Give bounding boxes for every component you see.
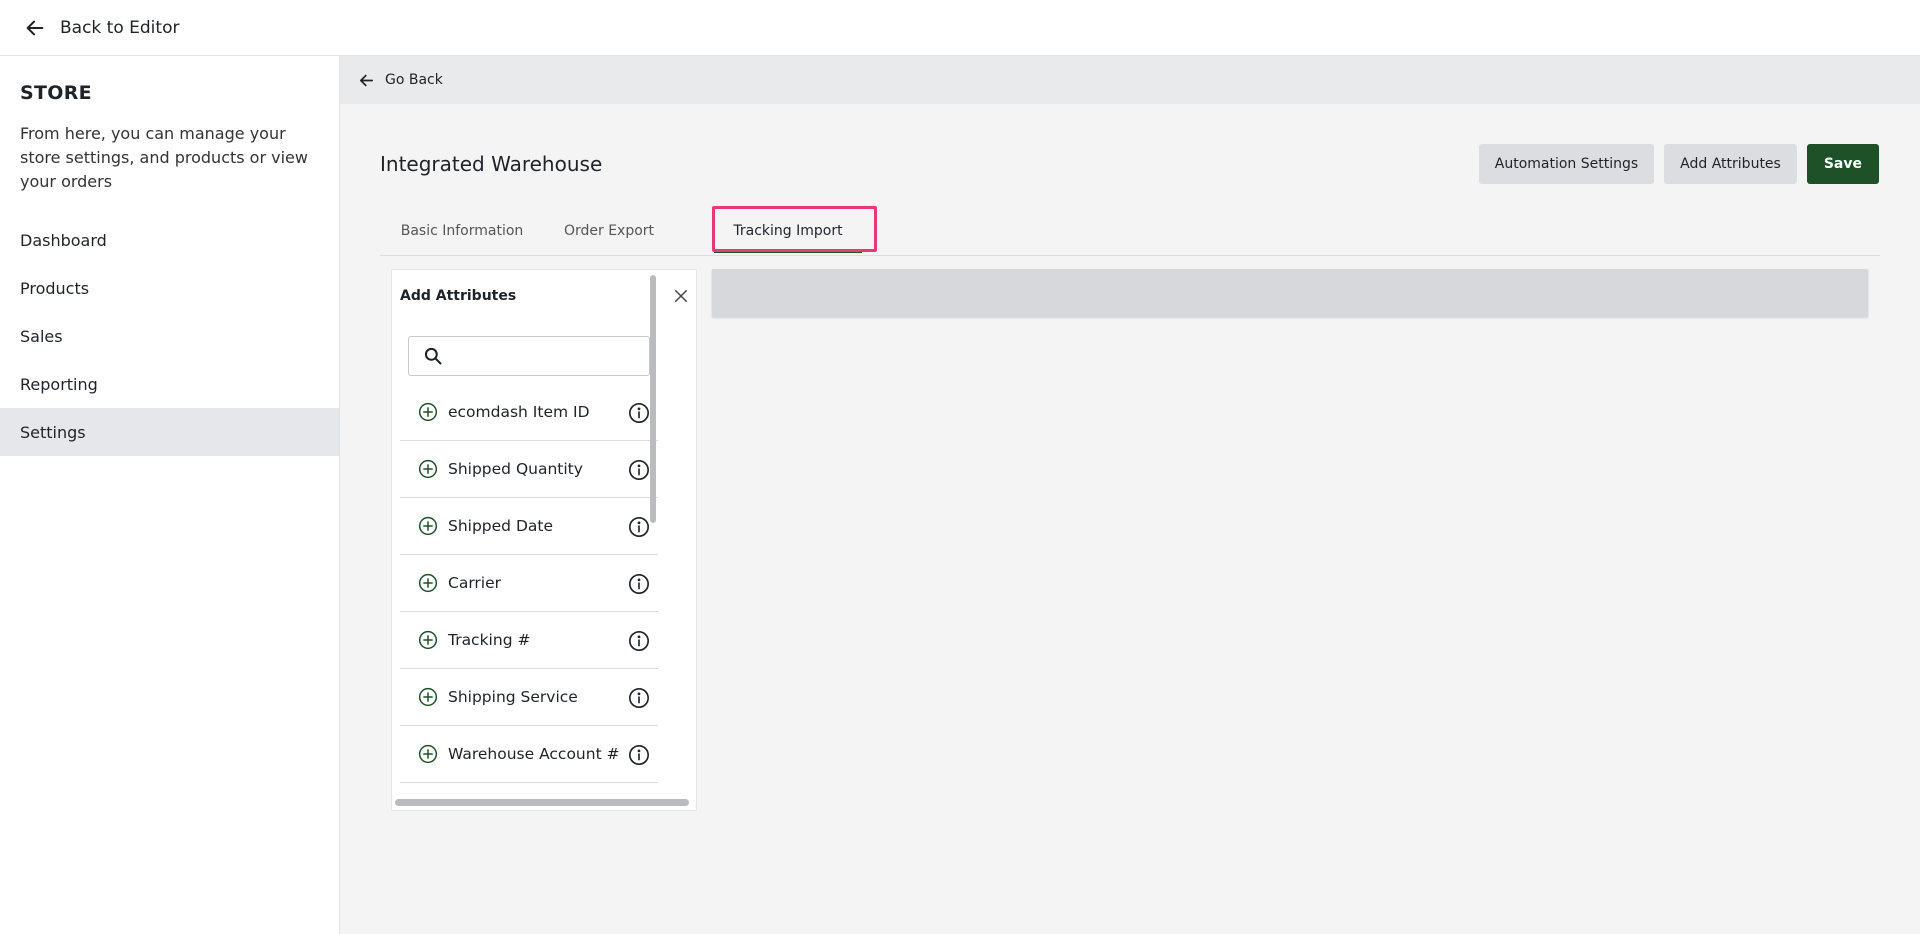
page-title: Integrated Warehouse <box>380 152 603 176</box>
plus-circle-icon[interactable] <box>418 687 438 707</box>
sidebar-nav: Dashboard Products Sales Reporting Setti… <box>0 216 339 456</box>
attribute-label: Shipped Date <box>448 517 553 535</box>
plus-circle-icon[interactable] <box>418 402 438 422</box>
list-item: Shipped Date <box>400 498 658 555</box>
attribute-label: Tracking # <box>448 631 531 649</box>
store-description: From here, you can manage your store set… <box>20 124 308 191</box>
top-bar: Back to Editor <box>0 0 1920 56</box>
automation-settings-button[interactable]: Automation Settings <box>1478 144 1655 184</box>
panel-title: Add Attributes <box>400 288 517 304</box>
list-item: Tracking # <box>400 612 658 669</box>
attribute-label: Warehouse Account # <box>448 745 620 763</box>
tab-bar: Basic Information Order Export Tracking … <box>380 206 1880 256</box>
back-to-editor-label: Back to Editor <box>60 17 180 38</box>
info-icon[interactable] <box>628 516 650 538</box>
list-item: ecomdash Item ID <box>400 384 658 441</box>
sidebar-item-reporting[interactable]: Reporting <box>0 360 339 408</box>
list-item: Shipped Quantity <box>400 441 658 498</box>
tab-tracking-import[interactable]: Tracking Import <box>712 206 864 256</box>
panel-vertical-scrollbar[interactable] <box>649 269 657 811</box>
scrollbar-thumb[interactable] <box>650 275 656 523</box>
sidebar-item-dashboard[interactable]: Dashboard <box>0 216 339 264</box>
main-content: Go Back Integrated Warehouse Automation … <box>340 56 1920 934</box>
sidebar-item-products[interactable]: Products <box>0 264 339 312</box>
attribute-label: Carrier <box>448 574 502 592</box>
attribute-list: ecomdash Item ID Shipped Quantity Shippe… <box>400 384 658 783</box>
attribute-label: Shipped Quantity <box>448 460 583 478</box>
close-icon[interactable] <box>672 287 690 305</box>
back-to-editor-link[interactable]: Back to Editor <box>24 17 179 39</box>
plus-circle-icon[interactable] <box>418 744 438 764</box>
plus-circle-icon[interactable] <box>418 630 438 650</box>
attribute-label: Shipping Service <box>448 688 578 706</box>
plus-circle-icon[interactable] <box>418 516 438 536</box>
go-back-bar: Go Back <box>340 56 1920 104</box>
sidebar-item-settings[interactable]: Settings <box>0 408 339 456</box>
tab-order-export[interactable]: Order Export <box>544 206 674 256</box>
store-title: STORE <box>20 82 92 104</box>
panel-header: Add Attributes <box>392 270 692 324</box>
go-back-label: Go Back <box>385 72 443 88</box>
sidebar-item-sales[interactable]: Sales <box>0 312 339 360</box>
attribute-label: ecomdash Item ID <box>448 403 590 421</box>
list-item: Warehouse Account # <box>400 726 658 783</box>
info-icon[interactable] <box>628 459 650 481</box>
save-button[interactable]: Save <box>1806 144 1879 184</box>
tab-basic-information[interactable]: Basic Information <box>380 206 544 256</box>
arrow-left-icon <box>359 74 374 86</box>
info-icon[interactable] <box>628 744 650 766</box>
scrollbar-thumb[interactable] <box>395 799 689 806</box>
arrow-left-icon <box>26 20 44 35</box>
plus-circle-icon[interactable] <box>418 573 438 593</box>
list-item: Shipping Service <box>400 669 658 726</box>
add-attributes-button[interactable]: Add Attributes <box>1664 144 1797 184</box>
panel-horizontal-scrollbar[interactable] <box>395 799 691 807</box>
list-item: Carrier <box>400 555 658 612</box>
info-icon[interactable] <box>628 630 650 652</box>
info-icon[interactable] <box>628 687 650 709</box>
page-actions: Automation Settings Add Attributes Save <box>1478 144 1879 184</box>
attribute-search <box>408 336 650 376</box>
go-back-link[interactable]: Go Back <box>358 72 443 89</box>
info-icon[interactable] <box>628 402 650 424</box>
search-icon <box>424 347 442 365</box>
info-icon[interactable] <box>628 573 650 595</box>
search-input[interactable] <box>451 339 641 373</box>
sidebar: STORE From here, you can manage your sto… <box>0 56 340 934</box>
plus-circle-icon[interactable] <box>418 459 438 479</box>
mapping-header-bar <box>712 269 1868 317</box>
